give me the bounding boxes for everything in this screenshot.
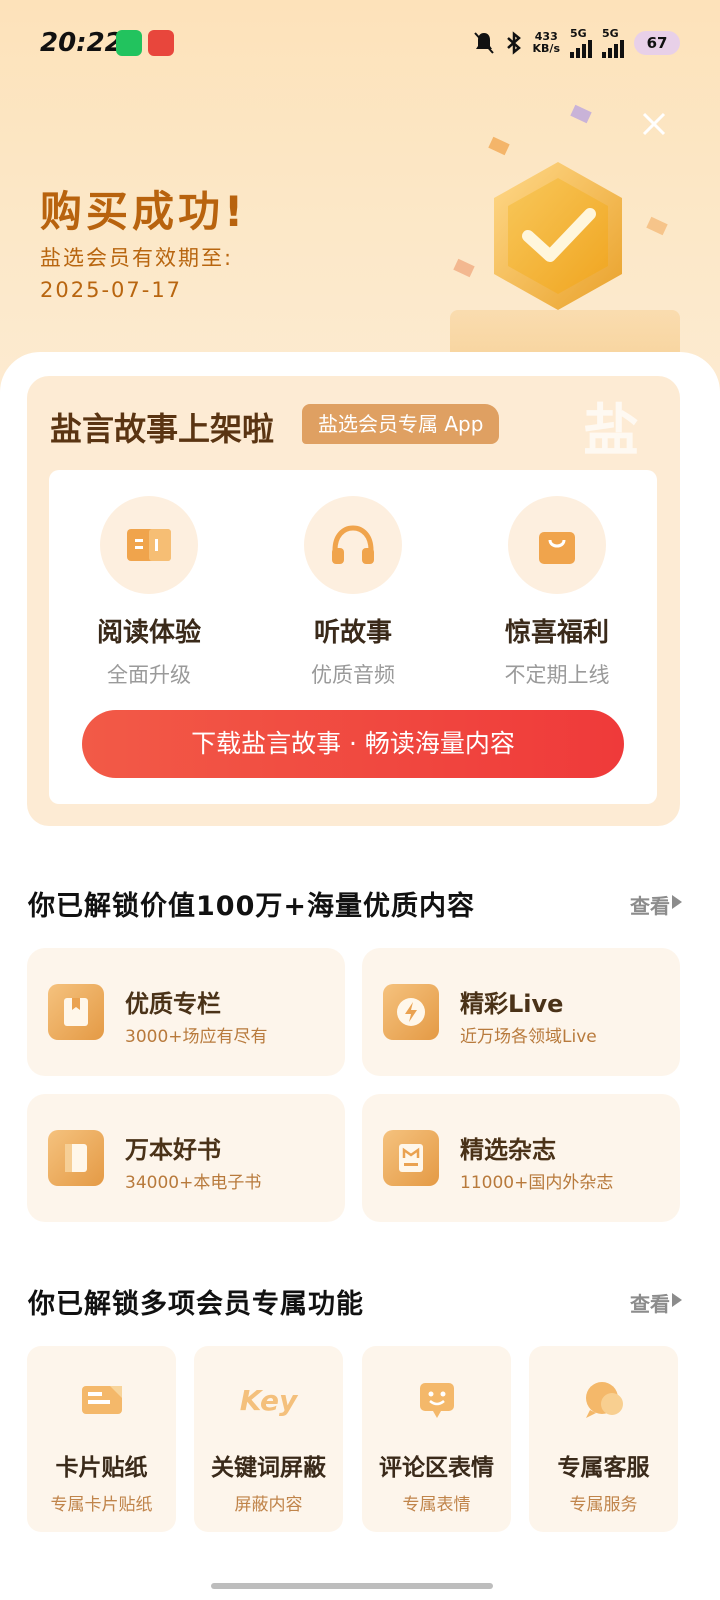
home-indicator[interactable]: [211, 1583, 493, 1589]
ebook-icon: [48, 1130, 104, 1186]
column-book-icon: [48, 984, 104, 1040]
battery-indicator: 67: [634, 31, 680, 55]
content-card-live[interactable]: 精彩Live 近万场各领域Live: [362, 948, 680, 1076]
wechat-icon: [116, 30, 142, 56]
content-card-magazines[interactable]: 精选杂志 11000+国内外杂志: [362, 1094, 680, 1222]
content-card-columns[interactable]: 优质专栏 3000+场应有尽有: [27, 948, 345, 1076]
card-title: 优质专栏: [125, 990, 221, 1018]
feature-subtitle: 全面升级: [107, 663, 191, 687]
feature-card-subtitle: 专属服务: [569, 1495, 638, 1515]
feature-subtitle: 优质音频: [311, 663, 395, 687]
view-more-content-link[interactable]: 查看: [630, 890, 670, 919]
feature-card-title: 专属客服: [557, 1455, 650, 1481]
feature-title: 惊喜福利: [504, 618, 609, 648]
bluetooth-icon: [506, 31, 521, 55]
card-sticker-icon: [74, 1372, 130, 1428]
chevron-right-icon[interactable]: [672, 1293, 682, 1307]
promo-features-panel: 阅读体验 全面升级 听故事 优质音频 惊喜福利 不定期上线 下载盐言故事 · 畅…: [49, 470, 657, 804]
chevron-right-icon[interactable]: [672, 895, 682, 909]
feature-listening: 听故事 优质音频: [253, 496, 453, 689]
card-subtitle: 34000+本电子书: [125, 1173, 262, 1193]
card-title: 精选杂志: [460, 1136, 556, 1164]
magazine-icon: [383, 1130, 439, 1186]
status-bar: 20:22 433 KB/s 5G 5G 67: [0, 0, 720, 90]
feature-card-subtitle: 屏蔽内容: [234, 1495, 303, 1515]
feature-subtitle: 不定期上线: [504, 663, 610, 687]
validity-label: 盐选会员有效期至:: [40, 246, 234, 270]
promo-card: 盐言故事上架啦 盐选会员专属 App 盐 阅读体验 全面升级 听故事 优质音频 …: [27, 376, 680, 826]
status-time: 20:22: [40, 28, 123, 58]
card-subtitle: 11000+国内外杂志: [460, 1173, 614, 1193]
feature-title: 听故事: [313, 618, 392, 648]
card-title: 精彩Live: [460, 990, 564, 1018]
card-subtitle: 近万场各领域Live: [460, 1027, 597, 1047]
feature-customer-service[interactable]: 专属客服 专属服务: [529, 1346, 678, 1532]
promo-title: 盐言故事上架啦: [50, 410, 275, 448]
headphones-icon: [332, 525, 374, 564]
book-icon: [127, 529, 171, 561]
unlocked-content-title: 你已解锁价值100万+海量优质内容: [28, 891, 475, 922]
feature-benefits: 惊喜福利 不定期上线: [457, 496, 657, 689]
validity-date: 2025-07-17: [40, 278, 183, 302]
download-app-button[interactable]: 下载盐言故事 · 畅读海量内容: [82, 710, 624, 778]
feature-keyword-block[interactable]: Key 关键词屏蔽 屏蔽内容: [194, 1346, 343, 1532]
close-icon[interactable]: [640, 110, 668, 138]
signal-sim2: 5G: [602, 28, 624, 58]
bell-muted-icon: [473, 32, 494, 54]
notification-app-icon: [148, 30, 174, 56]
view-more-features-link[interactable]: 查看: [630, 1288, 670, 1317]
feature-comment-emoji[interactable]: 评论区表情 专属表情: [362, 1346, 511, 1532]
purchase-success-title: 购买成功!: [40, 187, 248, 236]
shopping-bag-icon: [539, 532, 575, 564]
chat-bubble-icon: [576, 1372, 632, 1428]
promo-tag: 盐选会员专属 App: [302, 404, 500, 444]
feature-card-subtitle: 专属表情: [402, 1495, 471, 1515]
signal-sim1: 5G: [570, 28, 592, 58]
feature-card-title: 关键词屏蔽: [211, 1455, 326, 1481]
feature-card-sticker[interactable]: 卡片贴纸 专属卡片贴纸: [27, 1346, 176, 1532]
network-speed: 433 KB/s: [532, 30, 560, 55]
smiley-icon: [409, 1372, 465, 1428]
key-icon: Key: [239, 1383, 298, 1417]
feature-reading: 阅读体验 全面升级: [49, 496, 249, 689]
feature-card-title: 评论区表情: [379, 1455, 494, 1481]
promo-watermark: 盐: [583, 399, 639, 464]
feature-title: 阅读体验: [96, 618, 201, 648]
card-title: 万本好书: [125, 1136, 221, 1164]
checkmark-badge-icon: [494, 162, 622, 310]
card-subtitle: 3000+场应有尽有: [125, 1027, 268, 1047]
content-card-ebooks[interactable]: 万本好书 34000+本电子书: [27, 1094, 345, 1222]
unlocked-features-title: 你已解锁多项会员专属功能: [28, 1289, 364, 1320]
lightning-icon: [383, 984, 439, 1040]
feature-card-subtitle: 专属卡片贴纸: [50, 1495, 153, 1515]
feature-card-title: 卡片贴纸: [55, 1455, 148, 1481]
